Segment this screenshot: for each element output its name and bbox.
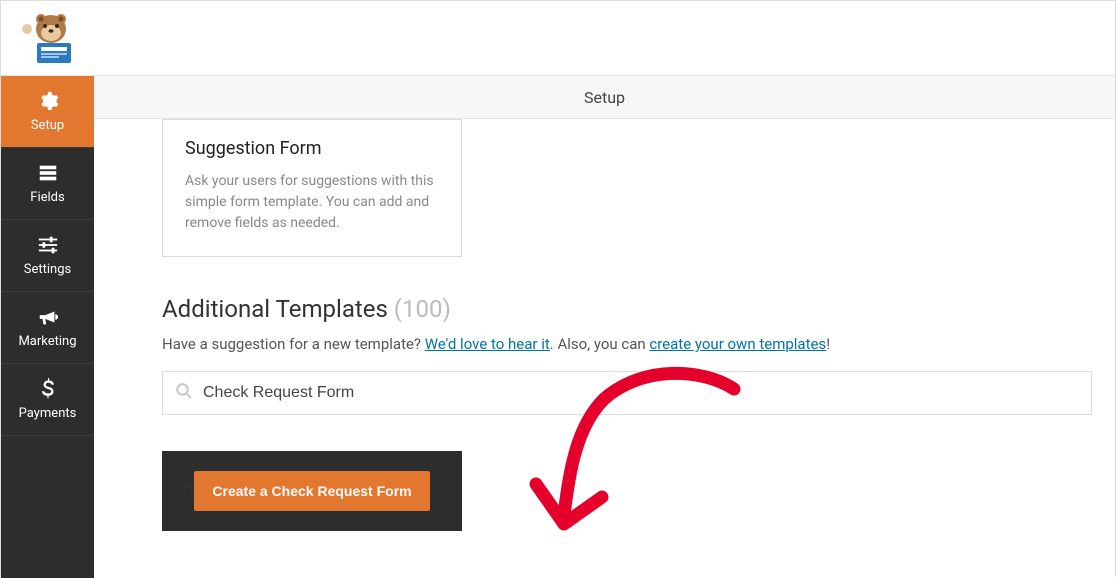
dollar-icon [40,378,56,400]
gear-icon [37,90,59,112]
sliders-icon [37,234,59,256]
sidebar-item-label: Fields [30,190,64,205]
result-hidden-title: C [182,481,194,502]
sidebar-item-label: Marketing [18,334,76,349]
sidebar-item-label: Settings [24,262,71,277]
top-tab-setup[interactable]: Setup [94,76,1115,119]
template-search-box[interactable] [162,371,1092,415]
template-card-suggestion-form[interactable]: Suggestion Form Ask your users for sugge… [162,119,462,257]
sidebar-item-marketing[interactable]: Marketing [1,292,94,364]
heading-text: Additional Templates [162,295,388,323]
template-search-input[interactable] [203,384,1079,402]
heading-count: (100) [394,295,451,323]
template-card-description: Ask your users for suggestions with this… [185,171,439,234]
suggestion-line: Have a suggestion for a new template? We… [162,335,1115,353]
sidebar-item-label: Setup [31,118,64,133]
sidebar-nav: Setup Fields Settings Marketing Payments [1,76,94,578]
form-icon [37,162,59,184]
sidebar-item-payments[interactable]: Payments [1,364,94,436]
template-card-title: Suggestion Form [185,138,439,159]
bullhorn-icon [37,306,59,328]
search-icon [175,382,193,404]
sidebar-item-fields[interactable]: Fields [1,148,94,220]
sidebar-item-settings[interactable]: Settings [1,220,94,292]
wpforms-logo [19,11,79,66]
additional-templates-heading: Additional Templates (100) [162,295,1115,323]
suggest-link[interactable]: We'd love to hear it [425,335,550,353]
sidebar-item-label: Payments [19,406,77,421]
create-form-button[interactable]: Create a Check Request Form [194,471,429,511]
content-area: Suggestion Form Ask your users for sugge… [94,119,1115,578]
top-tab-label: Setup [584,88,625,107]
app-header [1,1,1115,76]
suggest-suffix: ! [826,335,830,353]
suggest-prefix: Have a suggestion for a new template? [162,335,425,353]
template-result-card[interactable]: C Create a Check Request Form [162,451,462,531]
sidebar-item-setup[interactable]: Setup [1,76,94,148]
suggest-mid: . Also, you can [550,335,650,353]
create-own-link[interactable]: create your own templates [649,335,826,353]
app-body: Setup Fields Settings Marketing Payments [1,76,1115,578]
main-area: Setup Suggestion Form Ask your users for… [94,76,1115,578]
